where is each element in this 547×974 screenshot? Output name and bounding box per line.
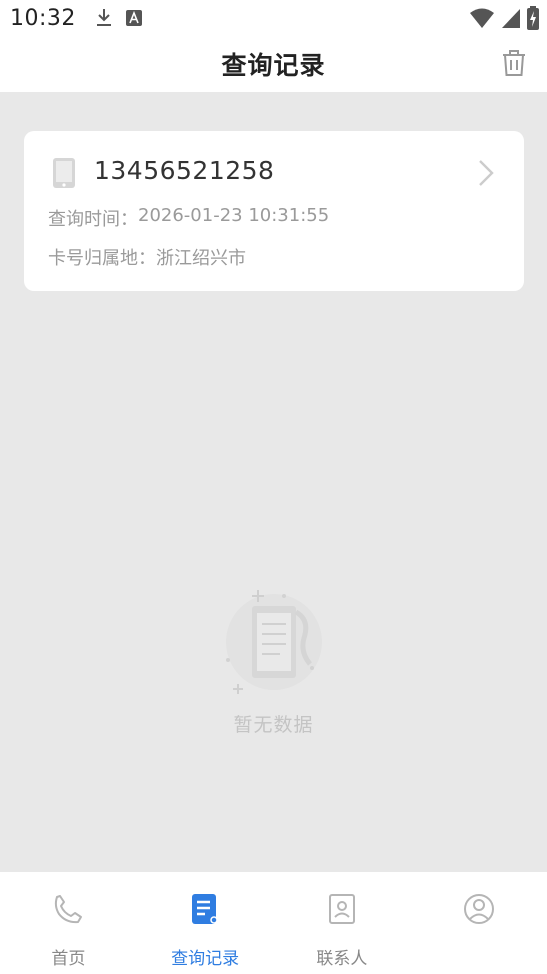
query-time-line: 查询时间： 2026-01-23 10:31:55 [48, 205, 329, 231]
page-title: 查询记录 [221, 51, 326, 80]
tab-contacts[interactable]: 联系人 [274, 872, 411, 974]
clear-history-button[interactable] [499, 48, 529, 78]
tab-profile[interactable] [410, 872, 547, 974]
content-area: 13456521258 查询时间： 2026-01-23 10:31:55 卡号… [0, 92, 547, 872]
a-badge-icon [125, 10, 142, 26]
query-time-label: 查询时间： [48, 209, 138, 230]
empty-document-icon [225, 590, 322, 694]
status-bar: 10:32 [0, 0, 547, 36]
card-location-line: 卡号归属地： 浙江绍兴市 [48, 244, 246, 270]
phone-number: 13456521258 [94, 156, 275, 185]
wifi-icon [470, 8, 494, 28]
tab-label: 首页 [51, 949, 86, 969]
bottom-tabbar: 首页 查询记录 联系人 [0, 872, 547, 974]
status-time: 10:32 [10, 5, 76, 31]
status-right-icons [469, 6, 539, 30]
user-circle-icon [463, 894, 494, 924]
tab-home[interactable]: 首页 [0, 872, 137, 974]
tab-label: 查询记录 [171, 949, 240, 969]
query-time-value: 2026-01-23 10:31:55 [138, 205, 330, 226]
mobile-phone-icon [53, 158, 75, 188]
tab-query-records[interactable]: 查询记录 [137, 872, 274, 974]
document-icon [192, 894, 218, 924]
chevron-right-icon [479, 160, 494, 186]
contact-book-icon [328, 894, 355, 924]
card-location-value: 浙江绍兴市 [156, 248, 246, 269]
empty-state: 暂无数据 [0, 580, 547, 737]
empty-state-text: 暂无数据 [233, 714, 314, 736]
trash-icon [503, 50, 525, 76]
signal-icon [502, 9, 520, 28]
app-header: 查询记录 [0, 36, 547, 92]
download-icon [96, 9, 111, 26]
record-card[interactable]: 13456521258 查询时间： 2026-01-23 10:31:55 卡号… [24, 131, 524, 291]
tab-label: 联系人 [316, 949, 368, 969]
battery-icon [527, 6, 539, 30]
phone-icon [55, 895, 83, 924]
card-location-label: 卡号归属地： [48, 248, 156, 269]
status-left-icons [96, 8, 142, 28]
